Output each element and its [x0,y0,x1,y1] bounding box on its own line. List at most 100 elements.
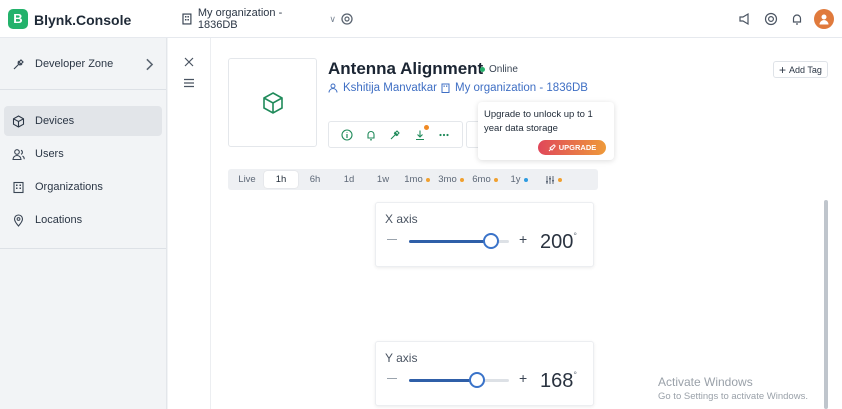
premium-dot-icon [425,177,430,182]
owner-name: Kshitija Manvatkar [343,82,437,94]
panel-rail [168,38,211,409]
tab-1d[interactable]: 1d [332,171,366,188]
help-lifebuoy-icon[interactable] [764,12,778,26]
tab-1h[interactable]: 1h [264,171,298,188]
sliders-icon [545,175,554,184]
download-icon [415,130,424,140]
tools-icon[interactable] [389,129,401,141]
sidebar-item-label: Organizations [35,181,103,193]
sidebar-item-label: Users [35,148,64,160]
add-tag-label: Add Tag [789,64,822,75]
download-button[interactable] [414,124,429,141]
bell-icon[interactable] [365,129,377,141]
bell-icon[interactable] [790,12,804,26]
sidebar-item-devices[interactable]: Devices [4,106,162,136]
rocket-icon [548,143,556,151]
device-action-bar [328,121,463,148]
decrement-button[interactable] [387,378,397,379]
tools-icon [13,58,24,69]
tab-custom-range[interactable] [536,171,570,188]
tab-1mo[interactable]: 1mo [400,171,434,188]
slider-track[interactable] [409,372,509,388]
cube-icon [12,114,25,128]
user-avatar-icon [819,14,829,25]
org-switcher-label: My organization - 1836DB [197,7,283,31]
organization-link[interactable]: My organization - 1836DB [441,82,588,94]
organization-name: My organization - 1836DB [455,82,588,94]
tab-3mo[interactable]: 3mo [434,171,468,188]
sidebar-item-users[interactable]: Users [4,139,162,169]
cube-icon [262,91,283,114]
online-dot-icon [480,67,485,72]
chevron-down-icon: ∨ [329,13,336,24]
widget-title: Y axis [385,351,418,365]
tab-1w[interactable]: 1w [366,171,400,188]
increment-button[interactable]: + [519,231,527,247]
user-icon [328,83,338,93]
premium-dot-icon [459,177,464,182]
app-title[interactable]: Blynk.Console [34,12,131,28]
slider-fill [409,379,477,382]
device-image[interactable] [228,58,317,147]
building-icon [13,181,24,193]
add-tag-button[interactable]: + Add Tag [773,61,828,78]
widget-value: 168° [540,370,577,392]
user-avatar[interactable] [814,9,834,29]
scrollbar[interactable] [824,200,828,409]
sidebar-item-locations[interactable]: Locations [4,205,162,235]
device-panel: Antenna Alignment Online Kshitija Manvat… [168,38,842,409]
users-icon [12,148,25,160]
slider-handle[interactable] [483,233,499,249]
megaphone-icon[interactable] [738,12,752,26]
close-icon[interactable] [183,56,195,68]
notification-dot-icon [423,124,429,130]
plus-icon: + [779,62,787,77]
top-bar: B Blynk.Console My organization - 1836DB… [0,0,842,38]
org-switcher[interactable]: My organization - 1836DB ∨ [176,0,336,38]
widget-value: 200° [540,231,577,253]
premium-dot-icon [523,177,528,182]
slider-widget-x-axis: X axis + 200° [375,202,594,267]
slider-fill [409,240,491,243]
upgrade-button[interactable]: UPGRADE [538,140,606,155]
sidebar-divider [0,89,166,90]
device-name: Antenna Alignment [328,59,484,78]
owner-link[interactable]: Kshitija Manvatkar [328,82,437,94]
building-icon [441,83,450,93]
upgrade-tooltip: Upgrade to unlock up to 1 year data stor… [478,102,614,160]
tab-6mo[interactable]: 6mo [468,171,502,188]
slider-track[interactable] [409,233,509,249]
sidebar-item-label: Locations [35,214,83,226]
settings-icon[interactable] [340,12,354,26]
widget-title: X axis [385,212,418,226]
decrement-button[interactable] [387,239,397,240]
sidebar-item-label: Developer Zone [35,58,114,70]
status-badge: Online [480,64,518,75]
watermark-subtitle: Go to Settings to activate Windows. [658,391,808,402]
more-icon[interactable] [438,129,450,141]
app-logo[interactable]: B [8,9,28,29]
chevron-right-icon [146,58,154,71]
tab-live[interactable]: Live [230,171,264,188]
status-label: Online [489,64,518,75]
upgrade-button-label: UPGRADE [558,142,597,152]
increment-button[interactable]: + [519,370,527,386]
info-icon[interactable] [341,128,353,141]
slider-widget-y-axis: Y axis + 168° [375,341,594,406]
tab-1y[interactable]: 1y [502,171,536,188]
menu-icon[interactable] [183,78,195,88]
upgrade-tooltip-text: Upgrade to unlock up to 1 year data stor… [484,109,593,134]
watermark-title: Activate Windows [658,375,753,389]
premium-dot-icon [493,177,498,182]
sidebar-item-label: Devices [35,115,75,127]
windows-activation-watermark: Activate Windows Go to Settings to activ… [658,375,808,402]
time-range-tabs: Live 1h 6h 1d 1w 1mo 3mo 6mo 1y [228,169,598,190]
building-icon [182,13,192,25]
sidebar-item-organizations[interactable]: Organizations [4,172,162,202]
sidebar: Developer Zone Devices Users Organizatio… [0,38,167,409]
sidebar-divider [0,248,166,249]
slider-handle[interactable] [469,372,485,388]
tab-6h[interactable]: 6h [298,171,332,188]
sidebar-item-developer-zone[interactable]: Developer Zone [4,49,162,79]
map-pin-icon [13,213,24,227]
